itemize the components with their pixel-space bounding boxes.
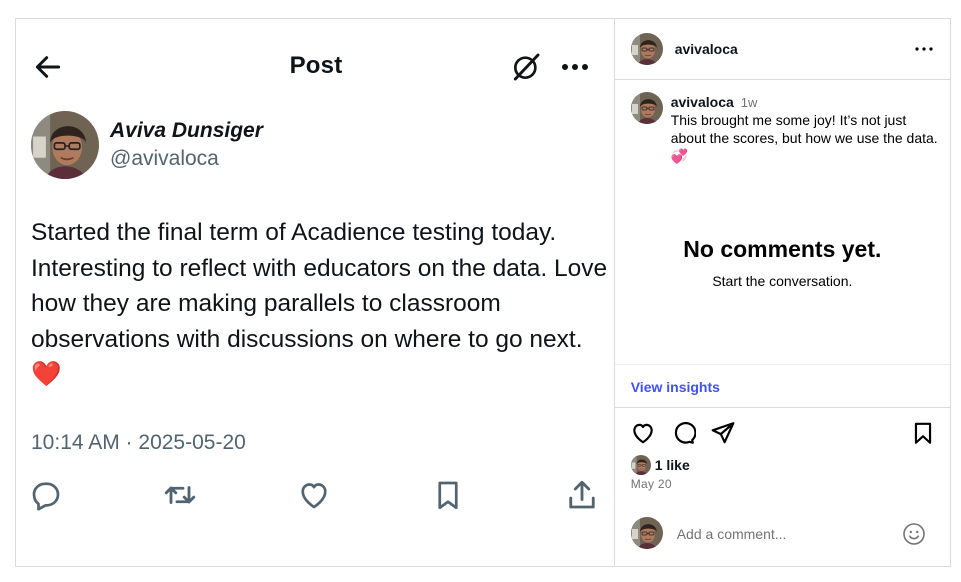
avatar[interactable]	[31, 111, 99, 179]
emoji-icon[interactable]	[902, 522, 926, 546]
avatar[interactable]	[631, 92, 663, 124]
grok-icon[interactable]	[510, 51, 542, 83]
like-icon[interactable]	[296, 477, 332, 513]
post-header: avivaloca	[614, 19, 950, 80]
tweet-action-bar	[16, 477, 616, 517]
empty-comments-title: No comments yet.	[683, 236, 882, 262]
save-icon[interactable]	[910, 420, 936, 446]
tweet-screenshot: Post Aviva Dunsiger @avivaloca Started t…	[16, 19, 615, 566]
empty-comments-subtitle: Start the conversation.	[712, 273, 853, 289]
tweet-body: Started the final term of Acadience test…	[31, 219, 608, 353]
author-handle[interactable]: @avivaloca	[110, 147, 219, 171]
post-date[interactable]: May 20	[631, 477, 672, 491]
avatar	[631, 517, 663, 549]
tweet-text: Started the final term of Acadience test…	[31, 215, 611, 393]
instagram-panel: avivaloca avivaloca 1w This brought me s…	[614, 19, 950, 566]
comment-input[interactable]	[674, 521, 899, 547]
reply-icon[interactable]	[28, 477, 64, 513]
composite-frame: Post Aviva Dunsiger @avivaloca Started t…	[15, 18, 951, 567]
caption-time[interactable]: 1w	[741, 95, 758, 110]
avatar[interactable]	[631, 455, 651, 475]
caption-username[interactable]: avivaloca	[671, 94, 734, 110]
more-icon[interactable]	[558, 52, 592, 82]
author-name[interactable]: Aviva Dunsiger	[110, 119, 263, 143]
insights-row: View insights	[614, 364, 950, 408]
more-icon[interactable]	[912, 39, 936, 59]
avatar[interactable]	[631, 33, 663, 65]
caption-text: This brought me some joy! It’s not just …	[670, 112, 938, 164]
bookmark-icon[interactable]	[430, 477, 466, 513]
heart-emoji: ❤️	[31, 361, 62, 388]
post-action-bar	[615, 420, 950, 450]
comment-icon[interactable]	[670, 420, 696, 446]
likes-count[interactable]: 1 like	[655, 457, 690, 473]
retweet-icon[interactable]	[162, 477, 198, 513]
send-icon[interactable]	[710, 420, 736, 446]
add-comment-row	[615, 515, 950, 559]
heart-icon[interactable]	[630, 420, 656, 446]
post-username[interactable]: avivaloca	[675, 41, 738, 57]
view-insights-link[interactable]: View insights	[631, 379, 720, 395]
share-icon[interactable]	[564, 477, 600, 513]
tweet-timestamp: 10:14 AM · 2025-05-20	[31, 431, 246, 454]
